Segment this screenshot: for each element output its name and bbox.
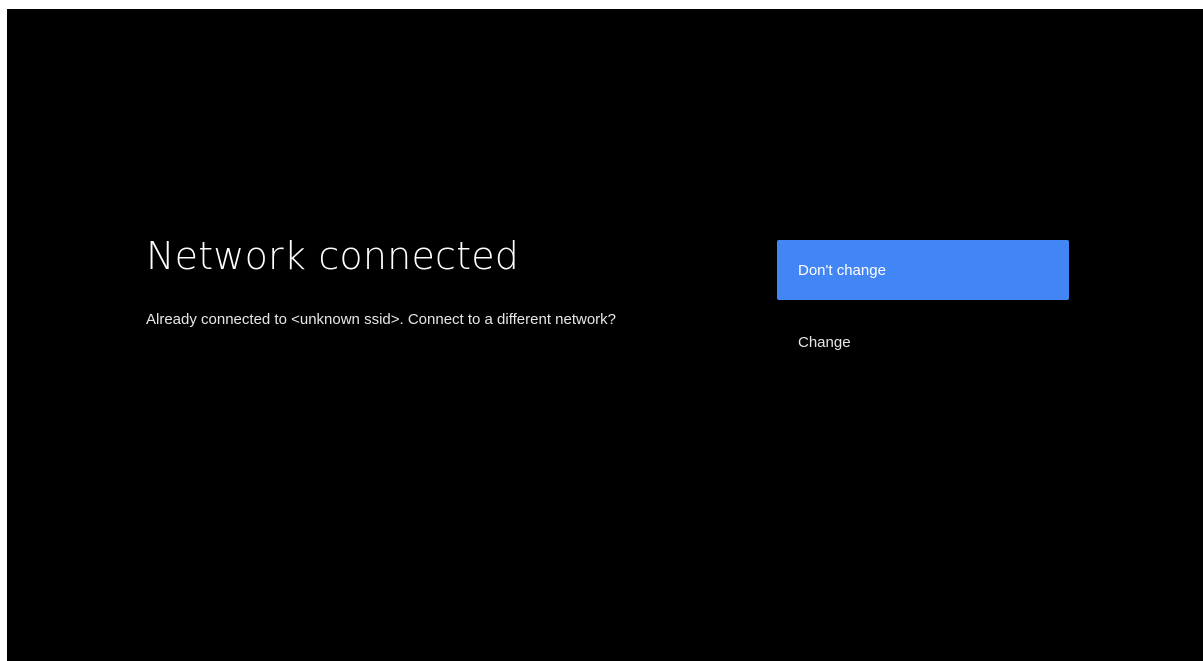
action-list: Don't change Change <box>777 240 1069 384</box>
page-description: Already connected to <unknown ssid>. Con… <box>146 311 617 328</box>
page-title: Network connected <box>146 234 520 278</box>
change-label: Change <box>798 333 851 351</box>
dont-change-label: Don't change <box>798 261 886 279</box>
change-button[interactable]: Change <box>777 312 1069 372</box>
tv-screen: Network connected Already connected to <… <box>7 9 1203 661</box>
dont-change-button[interactable]: Don't change <box>777 240 1069 300</box>
